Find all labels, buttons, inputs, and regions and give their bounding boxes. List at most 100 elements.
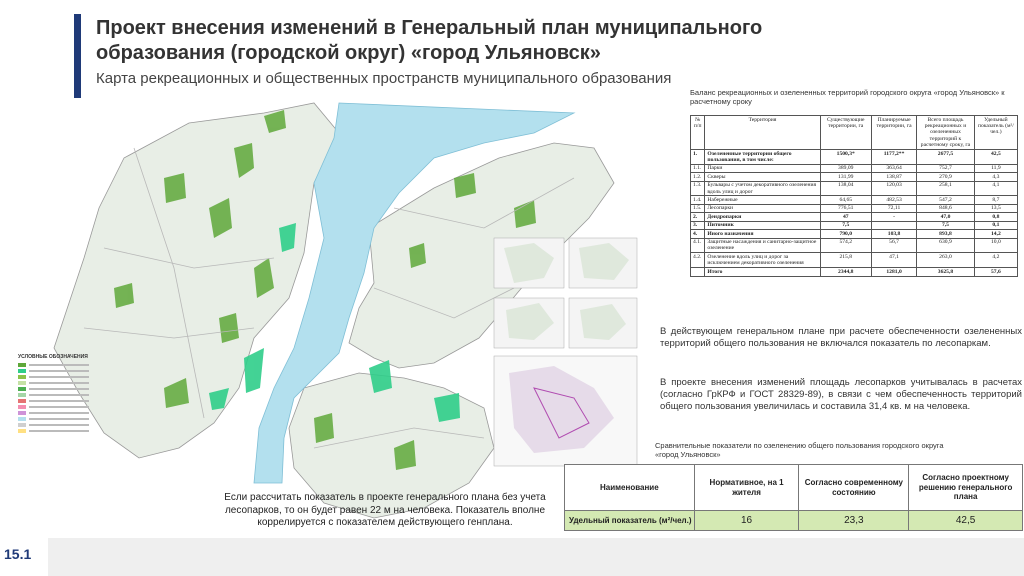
- cell: 4.1.: [689, 237, 706, 254]
- cell: [689, 267, 706, 277]
- cell: Парки: [704, 163, 821, 174]
- cell: Дендропарки: [704, 212, 821, 222]
- page-title: Проект внесения изменений в Генеральный …: [96, 17, 763, 64]
- cell: 56,7: [870, 237, 918, 254]
- cell: Скверы: [704, 172, 821, 182]
- table-row: Итого 2344,8 1281,0 3625,8 57,6: [689, 267, 1019, 277]
- cell: 547,2: [916, 195, 975, 205]
- compare-table: Наименование Нормативное, на 1 жителя Со…: [564, 464, 1023, 531]
- header-planned: Планируемые территории, га: [870, 114, 918, 151]
- cell: 14,2: [973, 229, 1019, 239]
- table-row: 1.1. Парки 389,09 363,64 752,7 11,9: [689, 163, 1019, 174]
- cell: 131,99: [819, 172, 872, 182]
- legend-row: [18, 386, 140, 391]
- cell: 1.: [689, 149, 706, 165]
- footer-band: [48, 538, 1024, 576]
- cell: 47: [819, 212, 872, 222]
- cell: 363,64: [870, 163, 918, 174]
- cell: Лесопарки: [704, 203, 821, 214]
- cell: 47,1: [870, 252, 918, 269]
- cell: 42,5: [973, 149, 1019, 165]
- legend-row: [18, 416, 140, 421]
- cell: 2677,5: [916, 149, 975, 165]
- cell: Набережные: [704, 195, 821, 205]
- cell: 3625,8: [916, 267, 975, 277]
- cell: Озеленение вдоль улиц и дорог за исключе…: [704, 252, 821, 269]
- cell: 11,9: [973, 163, 1019, 174]
- header-specific: Удельный показатель (м²/чел.): [973, 114, 1019, 151]
- balance-table-caption: Баланс рекреационных и озелененных терри…: [690, 88, 1005, 106]
- cell: 103,8: [870, 229, 918, 239]
- cell: 1.5.: [689, 203, 706, 214]
- cell: 4,3: [973, 172, 1019, 182]
- compare-value-row: Удельный показатель (м²/чел.) 16 23,3 42…: [564, 510, 1023, 531]
- cell: 574,2: [819, 237, 872, 254]
- cell: 848,6: [916, 203, 975, 214]
- balance-table: № п/п Территория Существующие территории…: [689, 114, 1019, 277]
- table-row: 3. Питомник 7,5 7,5 0,1: [689, 220, 1019, 231]
- cell: 752,7: [916, 163, 975, 174]
- cell: 64,65: [819, 195, 872, 205]
- legend-row: [18, 422, 140, 427]
- legend-row: [18, 404, 140, 409]
- cell: 8,7: [973, 195, 1019, 205]
- table-row: 1.5. Лесопарки 776,51 72,11 848,6 13,5: [689, 203, 1019, 214]
- cell: 2344,8: [819, 267, 872, 277]
- cell: 776,51: [819, 203, 872, 214]
- cell: 47,0: [916, 212, 975, 222]
- compare-header-normative: Нормативное, на 1 жителя: [693, 464, 800, 511]
- cell: 0,8: [973, 212, 1019, 222]
- compare-header-name: Наименование: [564, 464, 695, 511]
- cell: 4.: [689, 229, 706, 239]
- table-row: 1.3. Бульвары с учетом декоративного озел…: [689, 180, 1019, 197]
- cell: 13,5: [973, 203, 1019, 214]
- cell: Итого: [704, 267, 821, 277]
- table-row: 4.1. Защитные насаждения и санитарно-защи…: [689, 237, 1019, 254]
- paragraph-project-changes: В проекте внесения изменений площадь лес…: [660, 377, 1022, 412]
- cell: 263,0: [916, 252, 975, 269]
- cell: 389,09: [819, 163, 872, 174]
- header-existing: Существующие территории, га: [819, 114, 872, 151]
- legend-row: [18, 410, 140, 415]
- legend-row: [18, 362, 140, 367]
- paragraph-current-plan: В действующем генеральном плане при расч…: [660, 326, 1022, 349]
- cell: 1.4.: [689, 195, 706, 205]
- balance-header-row: № п/п Территория Существующие территории…: [689, 114, 1019, 151]
- cell: Защитные насаждения и санитарно-защитное…: [704, 237, 821, 254]
- compare-row-label: Удельный показатель (м²/чел.): [564, 510, 695, 531]
- cell: Питомник: [704, 220, 821, 231]
- cell: [870, 220, 918, 231]
- cell: 1177,2**: [870, 149, 918, 165]
- cell: 1500,3*: [819, 149, 872, 165]
- cell: 3.: [689, 220, 706, 231]
- compare-current-value: 23,3: [798, 510, 910, 531]
- cell: 1281,0: [870, 267, 918, 277]
- legend-title: УСЛОВНЫЕ ОБОЗНАЧЕНИЯ: [18, 354, 88, 360]
- cell: 10,0: [973, 237, 1019, 254]
- cell: 482,53: [870, 195, 918, 205]
- legend-row: [18, 392, 140, 397]
- cell: Бульвары с учетом декоративного озеленен…: [704, 180, 821, 197]
- cell: 790,0: [819, 229, 872, 239]
- page-subtitle: Карта рекреационных и общественных прост…: [96, 70, 672, 87]
- cell: -: [870, 212, 918, 222]
- inset-map-4: [568, 297, 638, 349]
- table-row: 1.2. Скверы 131,99 138,87 270,9 4,3: [689, 172, 1019, 182]
- inset-map-1: [493, 237, 565, 289]
- cell: 138,04: [819, 180, 872, 197]
- header-total: Всего площадь рекреационных и озелененны…: [916, 114, 975, 151]
- cell: 4.2.: [689, 252, 706, 269]
- compare-table-caption: Сравнительные показатели по озеленению о…: [655, 441, 944, 459]
- cell: 57,6: [973, 267, 1019, 277]
- legend-row: [18, 428, 140, 433]
- map-note: Если рассчитать показатель в проекте ген…: [224, 492, 546, 528]
- cell: 72,11: [870, 203, 918, 214]
- inset-map-5: [493, 355, 638, 467]
- cell: 1.2.: [689, 172, 706, 182]
- table-row: 2. Дендропарки 47-47,0 0,8: [689, 212, 1019, 222]
- compare-header-row: Наименование Нормативное, на 1 жителя Со…: [564, 464, 1023, 511]
- title-accent-bar: [74, 14, 81, 98]
- table-row: 1.4. Набережные 64,65 482,53 547,2 8,7: [689, 195, 1019, 205]
- cell: 2.: [689, 212, 706, 222]
- table-row: 4.2. Озеленение вдоль улиц и дорог за иск…: [689, 252, 1019, 269]
